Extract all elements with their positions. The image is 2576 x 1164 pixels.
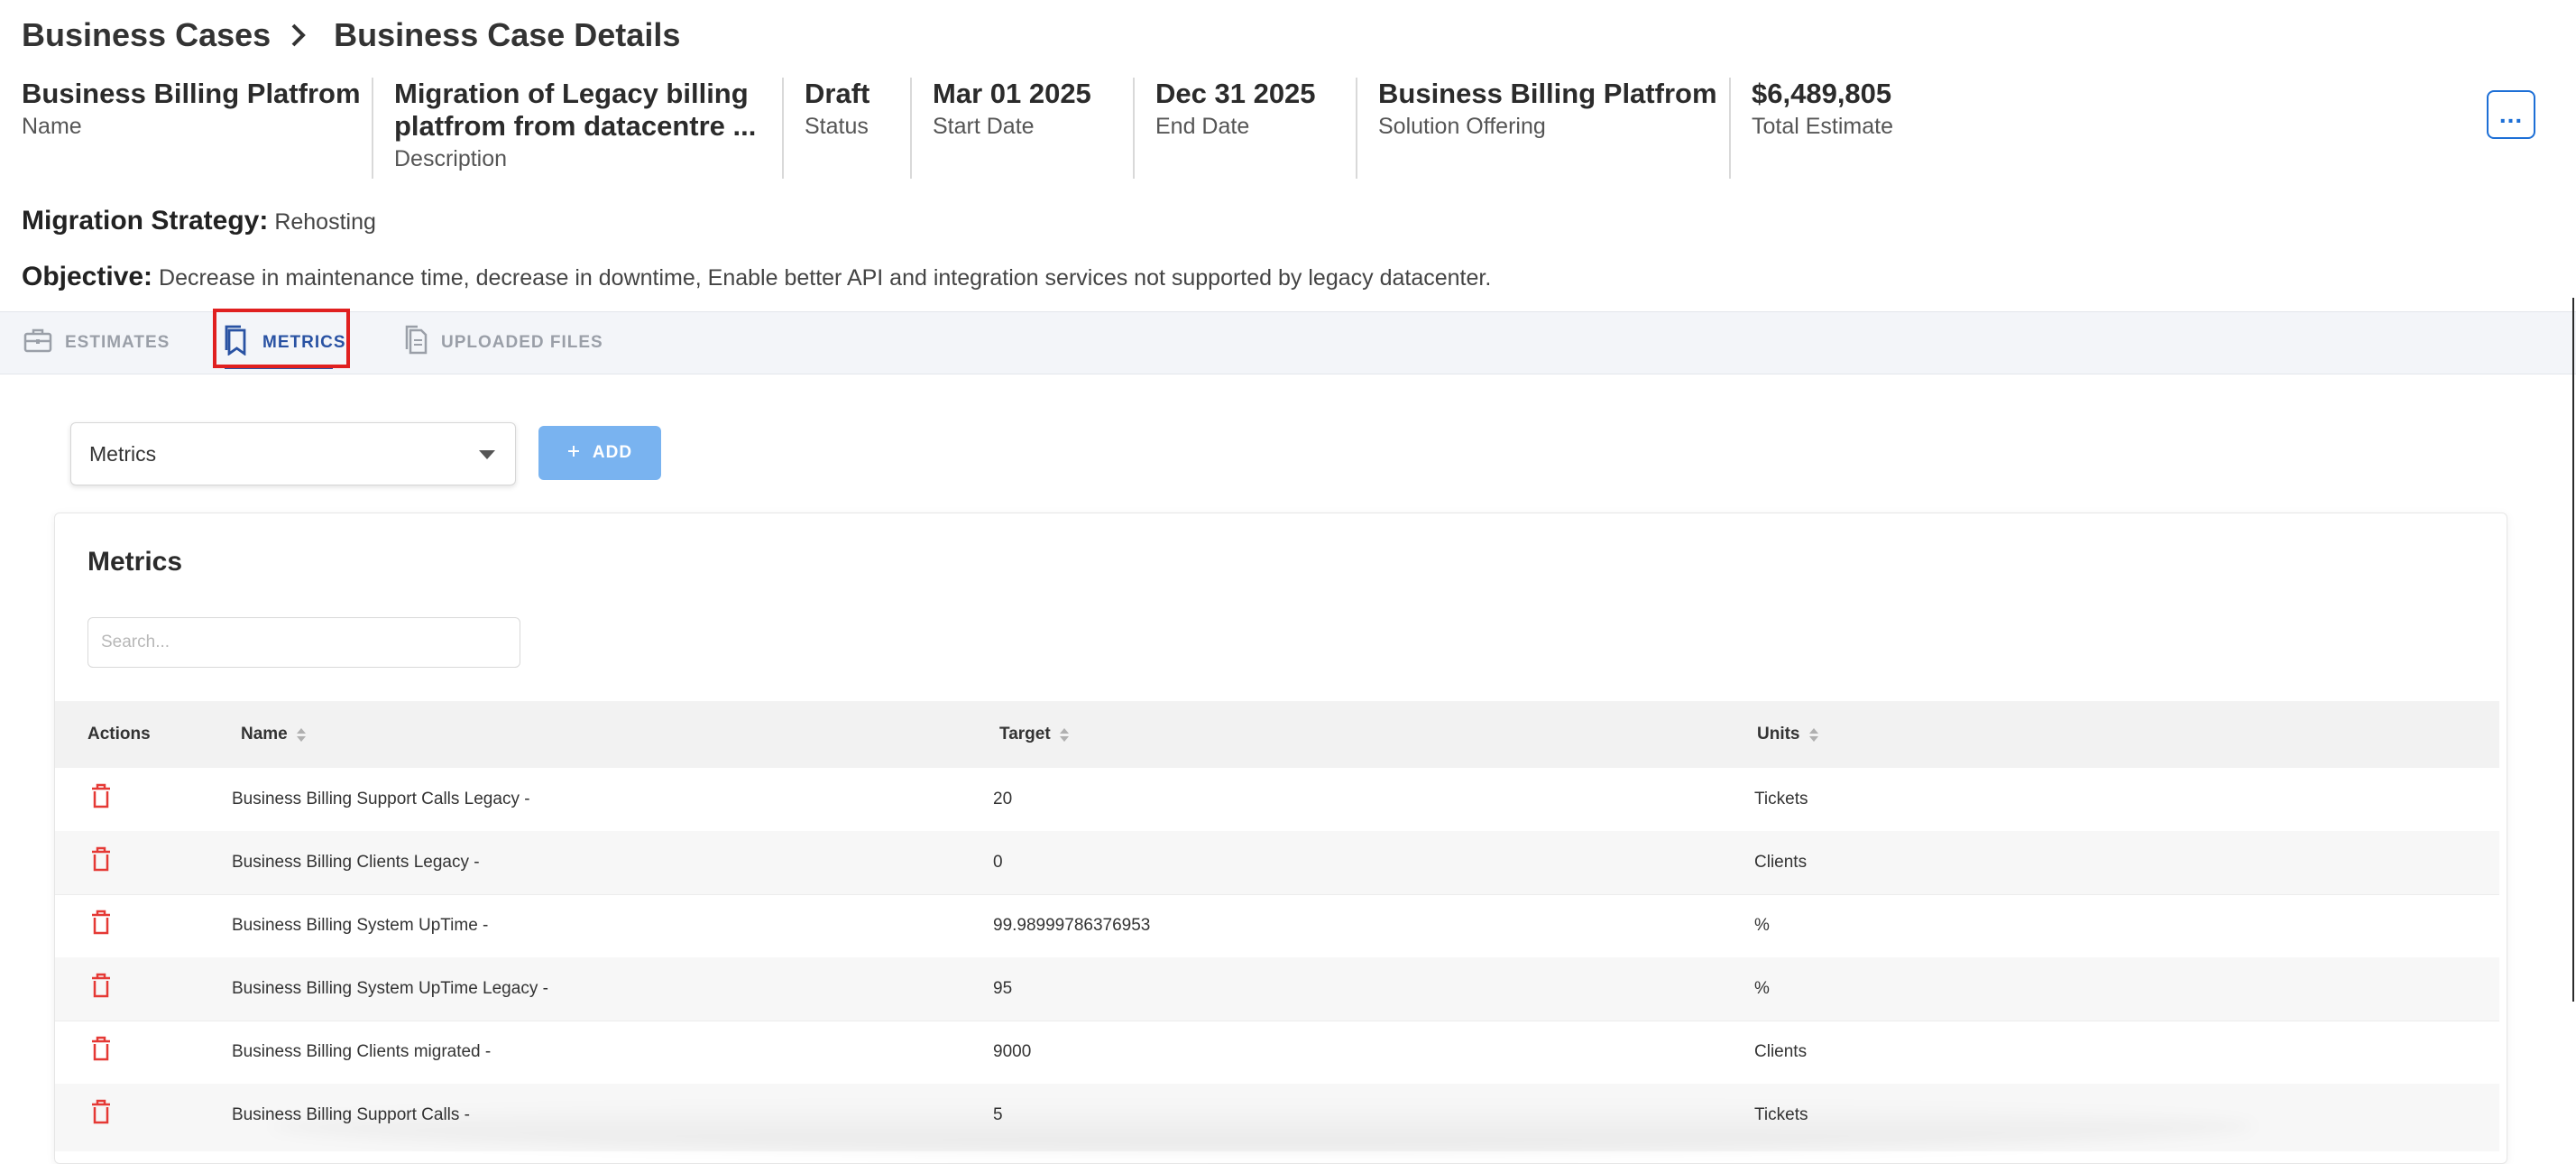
cell-units: Clients (1754, 1042, 1808, 1061)
summary-name-label: Name (22, 114, 82, 139)
summary-end-label: End Date (1155, 114, 1250, 139)
search-input[interactable] (87, 617, 520, 668)
metrics-select-value: Metrics (89, 441, 157, 466)
file-copy-icon (403, 325, 428, 361)
delete-icon[interactable] (89, 1036, 113, 1061)
tab-uploaded-files[interactable]: UPLOADED FILES (403, 312, 603, 374)
summary-status: Draft Status (805, 78, 869, 179)
delete-icon[interactable] (89, 910, 113, 935)
summary-name: Business Billing Platfrom Name (22, 78, 361, 179)
divider (782, 78, 784, 179)
summary-total-value: $6,489,805 (1752, 78, 1892, 109)
cell-target: 9000 (993, 1042, 1032, 1061)
column-header-units-label: Units (1757, 725, 1800, 744)
sort-icon (296, 727, 306, 742)
cell-target: 0 (993, 853, 1003, 872)
breadcrumb: Business Cases Business Case Details (22, 16, 680, 54)
table-row: Business Billing Clients migrated - 9000… (55, 1021, 2499, 1085)
delete-icon[interactable] (89, 1099, 113, 1124)
cell-name: Business Billing Clients Legacy - (232, 853, 480, 872)
table-row: Business Billing System UpTime Legacy - … (55, 957, 2499, 1021)
card-title: Metrics (87, 547, 183, 577)
plus-icon (567, 443, 580, 463)
briefcase-icon (23, 327, 52, 359)
tab-uploaded-files-label: UPLOADED FILES (441, 333, 603, 352)
summary-end-value: Dec 31 2025 (1155, 78, 1316, 109)
table-row: Business Billing System UpTime - 99.9899… (55, 894, 2499, 958)
summary-description-label: Description (394, 146, 508, 171)
column-header-units[interactable]: Units (1757, 701, 1818, 768)
cell-name: Business Billing Support Calls Legacy - (232, 790, 530, 808)
objective-label: Objective: (22, 262, 153, 291)
cell-target: 95 (993, 979, 1013, 998)
summary-start-value: Mar 01 2025 (933, 78, 1091, 109)
scrollbar[interactable] (2572, 298, 2574, 1002)
column-header-name[interactable]: Name (241, 701, 306, 768)
divider (1133, 78, 1135, 179)
table-row: Business Billing Support Calls Legacy - … (55, 768, 2499, 832)
caret-down-icon (479, 450, 495, 459)
delete-icon[interactable] (89, 846, 113, 872)
objective: Objective: Decrease in maintenance time,… (22, 262, 1491, 292)
more-options-button[interactable]: ... (2487, 90, 2535, 139)
cell-units: % (1754, 916, 1770, 935)
summary-offering-label: Solution Offering (1378, 114, 1546, 139)
more-icon: ... (2498, 100, 2524, 128)
sort-icon (1808, 727, 1818, 742)
summary-total: $6,489,805 Total Estimate (1752, 78, 1893, 179)
cell-target: 20 (993, 790, 1013, 808)
migration-strategy: Migration Strategy: Rehosting (22, 206, 376, 236)
tab-bar: ESTIMATES METRICS UPLOADED FILES (0, 311, 2576, 374)
delete-icon[interactable] (89, 973, 113, 998)
summary-end-date: Dec 31 2025 End Date (1155, 78, 1316, 179)
objective-value: Decrease in maintenance time, decrease i… (159, 265, 1492, 291)
cell-units: Clients (1754, 853, 1808, 872)
summary-start-date: Mar 01 2025 Start Date (933, 78, 1091, 179)
tab-highlight-box (213, 309, 350, 368)
migration-strategy-label: Migration Strategy: (22, 206, 269, 236)
divider (910, 78, 912, 179)
tab-estimates[interactable]: ESTIMATES (23, 312, 170, 374)
cell-name: Business Billing System UpTime - (232, 916, 489, 935)
add-button-label: ADD (592, 443, 633, 462)
summary-status-label: Status (805, 114, 869, 139)
chevron-right-icon (289, 22, 316, 49)
column-header-target[interactable]: Target (999, 701, 1069, 768)
cell-name: Business Billing System UpTime Legacy - (232, 979, 548, 998)
cell-units: % (1754, 979, 1770, 998)
add-button[interactable]: ADD (538, 426, 661, 480)
table-header: Actions Name Target Units (55, 701, 2499, 768)
table-row: Business Billing Clients Legacy - 0 Clie… (55, 831, 2499, 895)
column-header-target-label: Target (999, 725, 1051, 744)
summary-bar: Business Billing Platfrom Name Migration… (0, 78, 2576, 179)
bottom-shadow (271, 1101, 2255, 1151)
summary-offering: Business Billing Platfrom Solution Offer… (1378, 78, 1717, 179)
cell-name: Business Billing Clients migrated - (232, 1042, 492, 1061)
summary-description-value: Migration of Legacy billing platfrom fro… (394, 78, 757, 142)
metrics-select[interactable]: Metrics (70, 422, 516, 485)
sort-icon (1059, 727, 1069, 742)
summary-total-label: Total Estimate (1752, 114, 1894, 139)
delete-icon[interactable] (89, 783, 113, 808)
tab-estimates-label: ESTIMATES (65, 333, 170, 352)
column-header-actions: Actions (87, 701, 151, 768)
summary-start-label: Start Date (933, 114, 1035, 139)
column-header-actions-label: Actions (87, 725, 151, 744)
breadcrumb-current: Business Case Details (334, 16, 681, 53)
summary-status-value: Draft (805, 78, 870, 109)
divider (1729, 78, 1731, 179)
summary-offering-value: Business Billing Platfrom (1378, 78, 1717, 109)
divider (1356, 78, 1357, 179)
column-header-name-label: Name (241, 725, 288, 744)
summary-name-value: Business Billing Platfrom (22, 78, 361, 109)
summary-description: Migration of Legacy billing platfrom fro… (394, 78, 764, 179)
cell-target: 99.98999786376953 (993, 916, 1151, 935)
breadcrumb-parent[interactable]: Business Cases (22, 16, 271, 54)
migration-strategy-value: Rehosting (274, 209, 376, 235)
divider (372, 78, 373, 179)
cell-units: Tickets (1754, 790, 1808, 808)
